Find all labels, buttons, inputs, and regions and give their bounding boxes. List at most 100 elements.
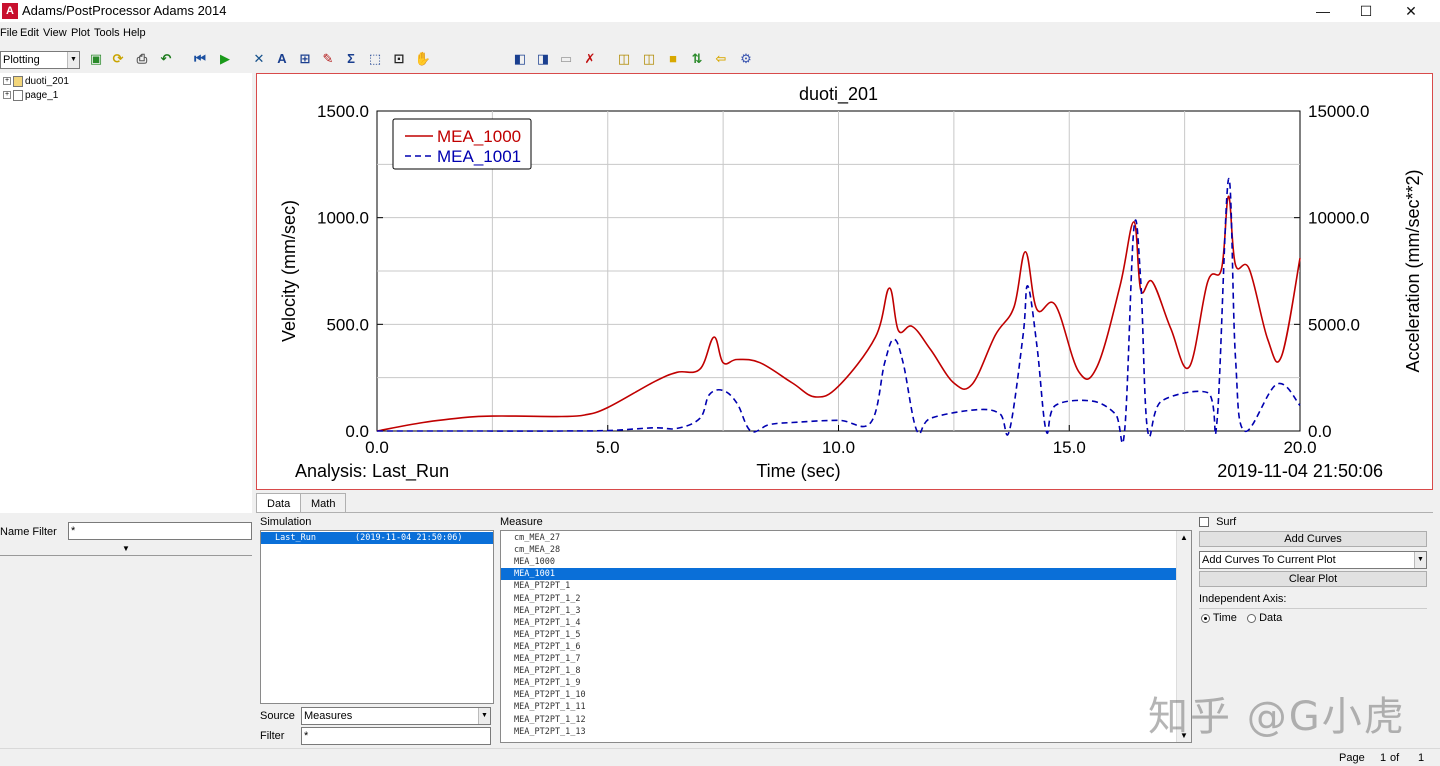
layout-2-icon[interactable]: ◫	[640, 50, 658, 68]
title-bar: A Adams/PostProcessor Adams 2014 — ☐ ✕	[0, 0, 1440, 22]
minimize-button[interactable]: —	[1300, 0, 1346, 22]
sigma-icon[interactable]: Σ	[342, 50, 360, 68]
source-value: Measures	[304, 710, 353, 722]
filter-dropdown-button[interactable]: ▼	[0, 542, 252, 556]
measure-list[interactable]: cm_MEA_27 cm_MEA_28 MEA_1000 MEA_1001 MEA_PT…	[500, 530, 1192, 743]
page-current: 1	[1380, 752, 1387, 764]
axes-tool-icon[interactable]: ✕	[250, 50, 268, 68]
measure-item[interactable]: cm_MEA_27	[501, 532, 1177, 544]
expand-icon[interactable]: +	[3, 77, 11, 86]
curve-edit-icon[interactable]: ✎	[319, 50, 337, 68]
page-of: of	[1390, 752, 1400, 764]
measure-item[interactable]: MEA_PT2PT_1_2	[501, 593, 1177, 605]
measure-item[interactable]: MEA_PT2PT_1	[501, 580, 1177, 592]
independent-axis-group: Time Data	[1199, 608, 1427, 626]
menu-view[interactable]: View	[43, 27, 67, 39]
text-tool-icon[interactable]: A	[273, 50, 291, 68]
pan-hand-icon[interactable]: ✋	[414, 50, 432, 68]
add-curves-mode-select[interactable]: Add Curves To Current Plot ▼	[1199, 551, 1427, 569]
source-select[interactable]: Measures ▼	[301, 707, 491, 725]
menu-help[interactable]: Help	[123, 27, 146, 39]
time-radio[interactable]: Time	[1201, 612, 1237, 624]
status-bar: Page 1 of 1	[0, 748, 1440, 766]
tree-item-duoti[interactable]: + duoti_201	[3, 75, 69, 88]
filter-value: *	[304, 730, 309, 742]
surf-checkbox[interactable]: Surf	[1199, 516, 1236, 528]
layout-1-icon[interactable]: ◫	[615, 50, 633, 68]
mode-select[interactable]: Plotting ▼	[0, 51, 80, 69]
zoom-box-icon[interactable]: ⬚	[366, 50, 384, 68]
add-curves-button[interactable]: Add Curves	[1199, 531, 1427, 547]
settings-icon[interactable]: ⚙	[737, 50, 755, 68]
rewind-icon[interactable]: ⏮	[191, 50, 209, 68]
model-icon	[13, 75, 23, 87]
tab-data[interactable]: Data	[256, 493, 302, 513]
play-icon[interactable]: ▶	[216, 50, 234, 68]
fit-icon[interactable]: ⊡	[390, 50, 408, 68]
radio-selected-icon[interactable]	[1201, 613, 1210, 623]
mode-select-value: Plotting	[3, 54, 40, 66]
menu-edit[interactable]: Edit	[20, 27, 39, 39]
x-tick-label: 10.0	[822, 438, 855, 457]
y-tick-label: 500.0	[326, 315, 369, 334]
tree-item-label: duoti_201	[25, 76, 69, 87]
measure-item[interactable]: MEA_PT2PT_1_13	[501, 726, 1177, 738]
checkbox-icon[interactable]	[1199, 517, 1209, 528]
filter-input[interactable]: *	[301, 727, 491, 745]
menu-bar: File Edit View Plot Tools Help	[0, 24, 1440, 43]
measure-item[interactable]: MEA_PT2PT_1_3	[501, 605, 1177, 617]
simulation-item[interactable]: Last_Run (2019-11-04 21:50:06)	[261, 532, 493, 544]
measure-item[interactable]: MEA_PT2PT_1_7	[501, 653, 1177, 665]
measure-item[interactable]: MEA_PT2PT_1_8	[501, 665, 1177, 677]
measure-item[interactable]: MEA_PT2PT_1_11	[501, 701, 1177, 713]
new-page-icon[interactable]: ▣	[87, 50, 105, 68]
name-filter-input[interactable]: *	[68, 522, 252, 540]
simulation-name: Last_Run	[275, 533, 316, 543]
undo-icon[interactable]: ↶	[157, 50, 175, 68]
y-axis-label: Velocity (mm/sec)	[279, 200, 299, 342]
close-button[interactable]: ✕	[1388, 0, 1434, 22]
menu-file[interactable]: File	[0, 27, 18, 39]
measure-item[interactable]: cm_MEA_28	[501, 544, 1177, 556]
prev-page-icon[interactable]: ◧	[511, 50, 529, 68]
plot-area[interactable]: 0.0 5.0 10.0 15.0 20.0 0.0 500.0 1000.0 1500.0 0.…	[256, 73, 1433, 490]
clear-plot-button[interactable]: Clear Plot	[1199, 571, 1427, 587]
table-tool-icon[interactable]: ⊞	[296, 50, 314, 68]
measure-item[interactable]: MEA_PT2PT_1_6	[501, 641, 1177, 653]
next-page-icon[interactable]: ◨	[534, 50, 552, 68]
y2-tick-label: 5000.0	[1308, 315, 1360, 334]
data-radio[interactable]: Data	[1247, 612, 1282, 624]
maximize-button[interactable]: ☐	[1343, 0, 1389, 22]
measure-item[interactable]: MEA_1000	[501, 556, 1177, 568]
measure-item[interactable]: MEA_PT2PT_1_4	[501, 617, 1177, 629]
velocity-acceleration-chart[interactable]: 0.0 5.0 10.0 15.0 20.00.0500.01000.01500.00.…	[257, 74, 1432, 489]
tree-item-page[interactable]: + page_1	[3, 89, 58, 102]
measure-item[interactable]: MEA_PT2PT_1_12	[501, 714, 1177, 726]
simulation-list[interactable]: Last_Run (2019-11-04 21:50:06)	[260, 530, 494, 704]
layout-3-icon[interactable]: ■	[664, 50, 682, 68]
surf-label: Surf	[1216, 516, 1237, 528]
filter-label: Filter	[260, 730, 285, 742]
measure-item[interactable]: MEA_1001	[501, 568, 1177, 581]
menu-tools[interactable]: Tools	[94, 27, 120, 39]
timestamp-label: 2019-11-04 21:50:06	[1217, 461, 1383, 481]
export-icon[interactable]: ⇦	[712, 50, 730, 68]
measure-item[interactable]: MEA_PT2PT_1_9	[501, 677, 1177, 689]
expand-icon[interactable]: +	[3, 91, 11, 100]
data-option-label: Data	[1259, 612, 1283, 624]
delete-page-icon[interactable]: ✗	[581, 50, 599, 68]
menu-plot[interactable]: Plot	[71, 27, 90, 39]
radio-icon[interactable]	[1247, 613, 1256, 623]
paste-icon[interactable]: ▭	[557, 50, 575, 68]
page-label: Page	[1339, 752, 1365, 764]
y2-tick-label: 15000.0	[1308, 102, 1369, 121]
page-icon	[13, 89, 23, 101]
scroll-up-icon[interactable]: ▲	[1180, 533, 1188, 542]
print-icon[interactable]: ⎙	[133, 50, 151, 68]
independent-axis-label: Independent Axis:	[1199, 593, 1287, 605]
refresh-icon[interactable]: ⟳	[109, 50, 127, 68]
import-icon[interactable]: ⇅	[688, 50, 706, 68]
tab-math[interactable]: Math	[300, 493, 347, 513]
measure-item[interactable]: MEA_PT2PT_1_5	[501, 629, 1177, 641]
measure-item[interactable]: MEA_PT2PT_1_10	[501, 689, 1177, 701]
